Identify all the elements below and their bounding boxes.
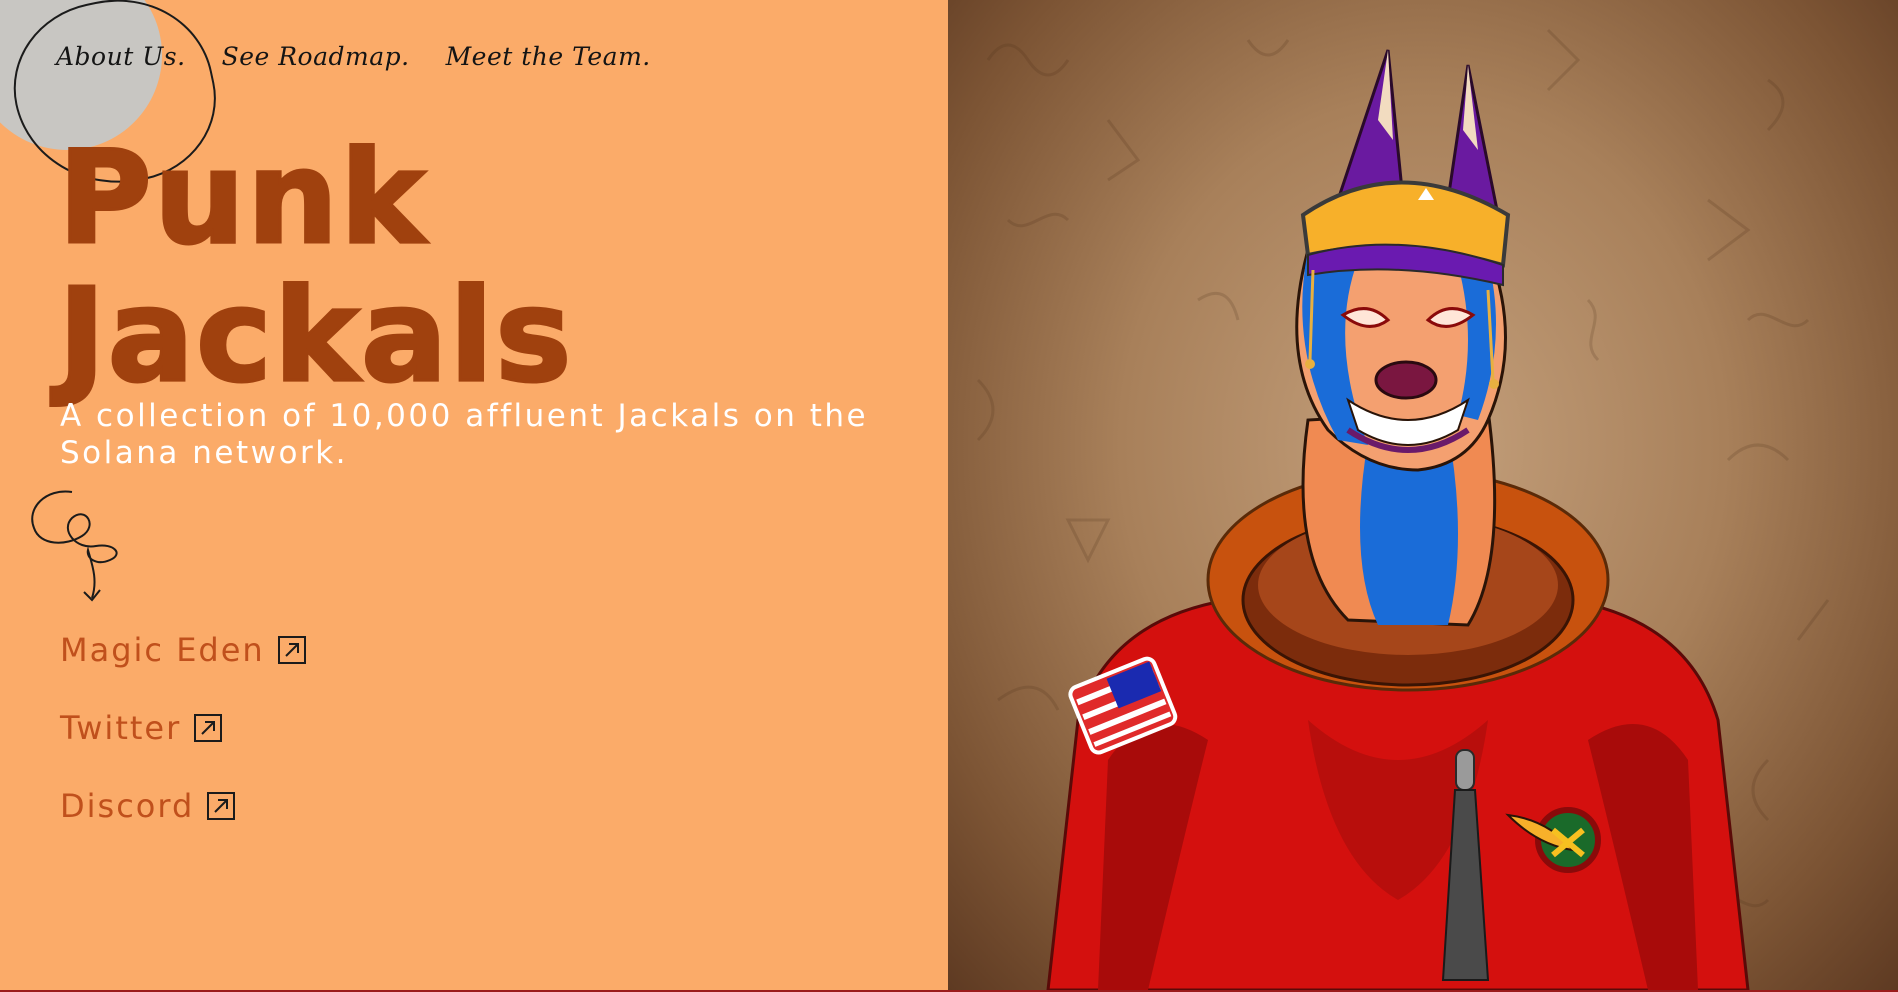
page-title: Punk Jackals	[56, 128, 758, 407]
jackal-artwork	[948, 0, 1898, 990]
squiggle-arrow-icon	[31, 490, 118, 602]
landing-page: About Us. See Roadmap. Meet the Team. Pu…	[0, 0, 1898, 992]
link-magic-eden[interactable]: Magic Eden	[60, 630, 307, 670]
marketplace-links: Magic Eden Twitter Discord	[60, 630, 307, 864]
external-link-icon	[207, 792, 236, 820]
external-link-icon	[194, 714, 223, 742]
link-label: Twitter	[60, 709, 182, 747]
jackal-astronaut-illustration	[976, 28, 1830, 990]
link-label: Discord	[60, 787, 195, 825]
link-twitter[interactable]: Twitter	[60, 708, 307, 748]
title-line-1: Punk	[56, 124, 428, 273]
link-label: Magic Eden	[60, 631, 265, 669]
hero-subtitle: A collection of 10,000 affluent Jackals …	[60, 398, 869, 471]
nav-meet-the-team[interactable]: Meet the Team.	[446, 42, 651, 71]
top-nav: About Us. See Roadmap. Meet the Team.	[56, 42, 651, 71]
external-link-icon	[277, 636, 306, 664]
nav-see-roadmap[interactable]: See Roadmap.	[222, 42, 410, 71]
hero-panel: About Us. See Roadmap. Meet the Team. Pu…	[0, 0, 948, 990]
link-discord[interactable]: Discord	[60, 786, 307, 826]
nav-about-us[interactable]: About Us.	[56, 42, 186, 71]
title-line-2: Jackals	[56, 262, 574, 411]
